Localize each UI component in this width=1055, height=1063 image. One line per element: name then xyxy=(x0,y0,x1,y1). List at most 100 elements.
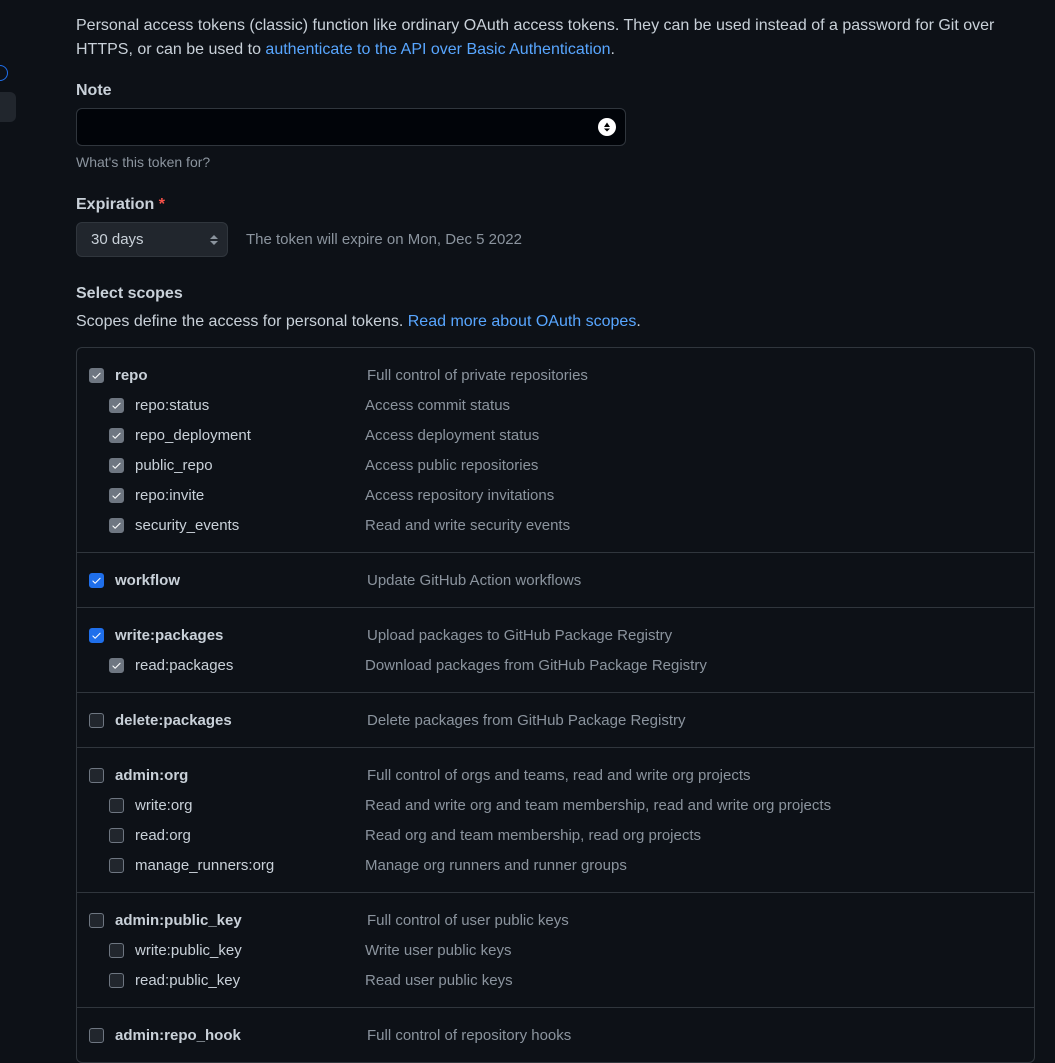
scopes-title: Select scopes xyxy=(76,285,1035,303)
scope-name: repo:status xyxy=(135,397,365,414)
scope-row-child: repo:statusAccess commit status xyxy=(77,390,1034,420)
expiration-label: Expiration * xyxy=(76,196,1035,214)
scope-name: repo_deployment xyxy=(135,427,365,444)
scope-name: admin:repo_hook xyxy=(115,1027,367,1044)
scope-name: security_events xyxy=(135,517,365,534)
scope-name: delete:packages xyxy=(115,712,367,729)
scope-row-parent: repoFull control of private repositories xyxy=(77,360,1034,390)
main-content: Personal access tokens (classic) functio… xyxy=(76,14,1035,1063)
required-asterisk: * xyxy=(159,196,165,213)
scope-desc: Access repository invitations xyxy=(365,487,554,504)
scope-desc: Manage org runners and runner groups xyxy=(365,857,627,874)
scope-name: read:packages xyxy=(135,657,365,674)
scope-row-parent: admin:repo_hookFull control of repositor… xyxy=(77,1020,1034,1050)
scope-desc: Full control of repository hooks xyxy=(367,1027,571,1044)
scope-row-child: read:public_keyRead user public keys xyxy=(77,965,1034,995)
scope-checkbox[interactable] xyxy=(109,398,124,413)
scope-checkbox[interactable] xyxy=(109,518,124,533)
scope-name: repo:invite xyxy=(135,487,365,504)
scope-desc: Read user public keys xyxy=(365,972,513,989)
scope-name: public_repo xyxy=(135,457,365,474)
scope-group: admin:public_keyFull control of user pub… xyxy=(77,893,1034,1008)
scope-desc: Read org and team membership, read org p… xyxy=(365,827,701,844)
scope-row-parent: admin:orgFull control of orgs and teams,… xyxy=(77,760,1034,790)
scope-desc: Delete packages from GitHub Package Regi… xyxy=(367,712,685,729)
scope-desc: Full control of private repositories xyxy=(367,367,588,384)
intro-after: . xyxy=(611,41,615,58)
scope-name: read:org xyxy=(135,827,365,844)
scope-checkbox[interactable] xyxy=(89,913,104,928)
scope-name: admin:public_key xyxy=(115,912,367,929)
scope-name: write:org xyxy=(135,797,365,814)
scope-row-child: security_eventsRead and write security e… xyxy=(77,510,1034,540)
scope-checkbox[interactable] xyxy=(89,713,104,728)
scope-name: write:packages xyxy=(115,627,367,644)
expiration-select[interactable]: 30 days xyxy=(76,222,228,257)
intro-link[interactable]: authenticate to the API over Basic Authe… xyxy=(265,41,610,58)
scope-checkbox[interactable] xyxy=(109,943,124,958)
scope-row-parent: write:packagesUpload packages to GitHub … xyxy=(77,620,1034,650)
expiration-row: 30 days The token will expire on Mon, De… xyxy=(76,222,1035,257)
scope-checkbox[interactable] xyxy=(109,428,124,443)
scope-group: admin:orgFull control of orgs and teams,… xyxy=(77,748,1034,893)
scope-checkbox[interactable] xyxy=(109,658,124,673)
scope-desc: Access public repositories xyxy=(365,457,538,474)
scope-desc: Full control of user public keys xyxy=(367,912,569,929)
scope-group: workflowUpdate GitHub Action workflows xyxy=(77,553,1034,608)
note-input[interactable] xyxy=(76,108,626,146)
sidebar-indicator xyxy=(0,65,8,81)
scope-row-child: repo_deploymentAccess deployment status xyxy=(77,420,1034,450)
scope-checkbox[interactable] xyxy=(109,488,124,503)
scope-checkbox[interactable] xyxy=(89,1028,104,1043)
scope-row-child: write:public_keyWrite user public keys xyxy=(77,935,1034,965)
scope-checkbox[interactable] xyxy=(109,458,124,473)
scopes-desc: Scopes define the access for personal to… xyxy=(76,313,1035,331)
scope-desc: Write user public keys xyxy=(365,942,511,959)
scope-name: repo xyxy=(115,367,367,384)
scope-checkbox[interactable] xyxy=(109,828,124,843)
scope-desc: Read and write org and team membership, … xyxy=(365,797,831,814)
scope-checkbox[interactable] xyxy=(89,573,104,588)
scope-name: admin:org xyxy=(115,767,367,784)
scope-checkbox[interactable] xyxy=(109,858,124,873)
password-manager-icon[interactable] xyxy=(598,118,616,136)
scope-group: repoFull control of private repositories… xyxy=(77,348,1034,553)
scope-checkbox[interactable] xyxy=(109,798,124,813)
scope-desc: Read and write security events xyxy=(365,517,570,534)
scope-desc: Access commit status xyxy=(365,397,510,414)
scope-group: write:packagesUpload packages to GitHub … xyxy=(77,608,1034,693)
expiration-select-wrap: 30 days xyxy=(76,222,228,257)
scope-checkbox[interactable] xyxy=(89,628,104,643)
note-hint: What's this token for? xyxy=(76,154,1035,170)
scope-row-child: manage_runners:orgManage org runners and… xyxy=(77,850,1034,880)
scope-checkbox[interactable] xyxy=(109,973,124,988)
scope-name: manage_runners:org xyxy=(135,857,365,874)
scope-desc: Update GitHub Action workflows xyxy=(367,572,581,589)
scope-name: read:public_key xyxy=(135,972,365,989)
scope-row-child: read:orgRead org and team membership, re… xyxy=(77,820,1034,850)
scope-row-parent: workflowUpdate GitHub Action workflows xyxy=(77,565,1034,595)
scopes-link[interactable]: Read more about OAuth scopes xyxy=(408,313,637,330)
sidebar-stub xyxy=(0,0,16,1052)
scope-checkbox[interactable] xyxy=(89,368,104,383)
note-input-wrap xyxy=(76,108,626,146)
scopes-box: repoFull control of private repositories… xyxy=(76,347,1035,1063)
scope-group: admin:repo_hookFull control of repositor… xyxy=(77,1008,1034,1062)
scope-group: delete:packagesDelete packages from GitH… xyxy=(77,693,1034,748)
scope-name: workflow xyxy=(115,572,367,589)
scope-row-parent: admin:public_keyFull control of user pub… xyxy=(77,905,1034,935)
scope-desc: Access deployment status xyxy=(365,427,539,444)
scope-row-child: read:packagesDownload packages from GitH… xyxy=(77,650,1034,680)
scope-row-child: repo:inviteAccess repository invitations xyxy=(77,480,1034,510)
expiration-message: The token will expire on Mon, Dec 5 2022 xyxy=(246,231,522,248)
note-label: Note xyxy=(76,82,1035,100)
scope-row-child: write:orgRead and write org and team mem… xyxy=(77,790,1034,820)
scope-checkbox[interactable] xyxy=(89,768,104,783)
scope-desc: Upload packages to GitHub Package Regist… xyxy=(367,627,672,644)
sidebar-item-stub[interactable] xyxy=(0,92,16,122)
scope-name: write:public_key xyxy=(135,942,365,959)
scope-desc: Full control of orgs and teams, read and… xyxy=(367,767,751,784)
scope-desc: Download packages from GitHub Package Re… xyxy=(365,657,707,674)
scope-row-child: public_repoAccess public repositories xyxy=(77,450,1034,480)
intro-text: Personal access tokens (classic) functio… xyxy=(76,14,1035,62)
